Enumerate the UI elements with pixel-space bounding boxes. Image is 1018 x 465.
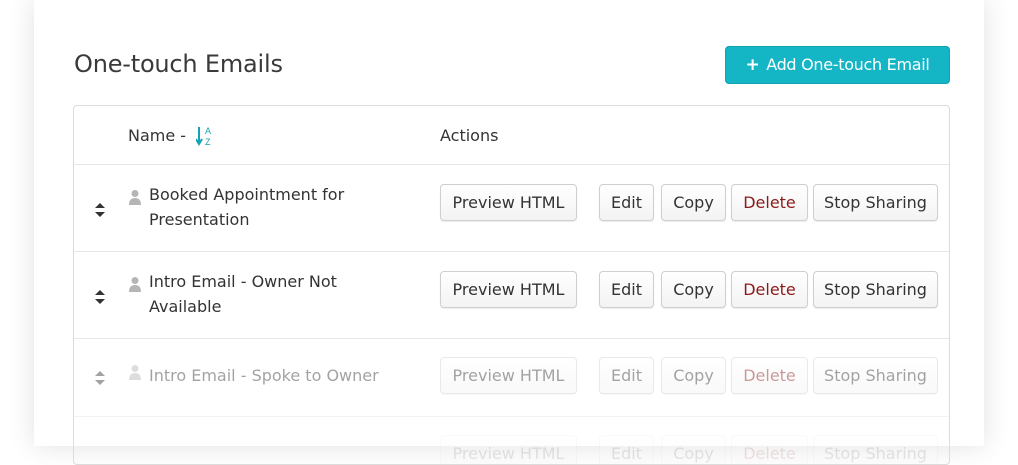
table-header: Name - A Z Actions — [74, 106, 949, 165]
sort-drag-icon[interactable] — [94, 370, 106, 386]
email-name: Booked Appointment for Presentation — [149, 185, 345, 229]
edit-button[interactable]: Edit — [599, 184, 654, 221]
stop-sharing-button[interactable]: Stop Sharing — [813, 357, 938, 394]
svg-text:Z: Z — [205, 137, 211, 147]
table-row: Booked Appointment for Presentation Prev… — [74, 165, 949, 252]
table-row: Intro Email - Spoke to Owner Preview HTM… — [74, 339, 949, 417]
sort-alpha-icon[interactable]: A Z — [196, 125, 214, 147]
sort-drag-icon[interactable] — [94, 289, 106, 305]
column-header-actions: Actions — [440, 126, 499, 145]
page-title: One-touch Emails — [74, 50, 283, 78]
emails-table: Name - A Z Actions Booked Appointment fo… — [73, 105, 950, 465]
svg-text:A: A — [205, 126, 211, 136]
copy-button[interactable]: Copy — [661, 271, 726, 308]
user-icon — [129, 190, 141, 205]
stop-sharing-button[interactable]: Stop Sharing — [813, 435, 938, 464]
add-one-touch-email-button[interactable]: + Add One-touch Email — [725, 46, 950, 84]
edit-button[interactable]: Edit — [599, 271, 654, 308]
preview-html-button[interactable]: Preview HTML — [440, 184, 577, 221]
email-name: Intro Email - Owner Not Available — [149, 272, 337, 316]
email-name: Intro Email - Spoke to Owner — [149, 366, 379, 385]
one-touch-emails-card: One-touch Emails + Add One-touch Email N… — [34, 0, 984, 465]
user-icon — [129, 277, 141, 292]
plus-icon: + — [745, 55, 760, 75]
stop-sharing-button[interactable]: Stop Sharing — [813, 271, 938, 308]
edit-button[interactable]: Edit — [599, 357, 654, 394]
preview-html-button[interactable]: Preview HTML — [440, 357, 577, 394]
add-button-label: Add One-touch Email — [766, 55, 930, 74]
edit-button[interactable]: Edit — [599, 435, 654, 464]
copy-button[interactable]: Copy — [661, 435, 726, 464]
table-row: Preview HTML Edit Copy Delete Stop Shari… — [74, 417, 949, 464]
user-icon — [129, 365, 141, 380]
delete-button[interactable]: Delete — [731, 357, 808, 394]
column-header-name[interactable]: Name - — [128, 126, 186, 145]
delete-button[interactable]: Delete — [731, 184, 808, 221]
preview-html-button[interactable]: Preview HTML — [440, 271, 577, 308]
sort-drag-icon[interactable] — [94, 202, 106, 218]
stop-sharing-button[interactable]: Stop Sharing — [813, 184, 938, 221]
delete-button[interactable]: Delete — [731, 435, 808, 464]
table-row: Intro Email - Owner Not Available Previe… — [74, 252, 949, 339]
copy-button[interactable]: Copy — [661, 184, 726, 221]
copy-button[interactable]: Copy — [661, 357, 726, 394]
preview-html-button[interactable]: Preview HTML — [440, 435, 577, 464]
delete-button[interactable]: Delete — [731, 271, 808, 308]
